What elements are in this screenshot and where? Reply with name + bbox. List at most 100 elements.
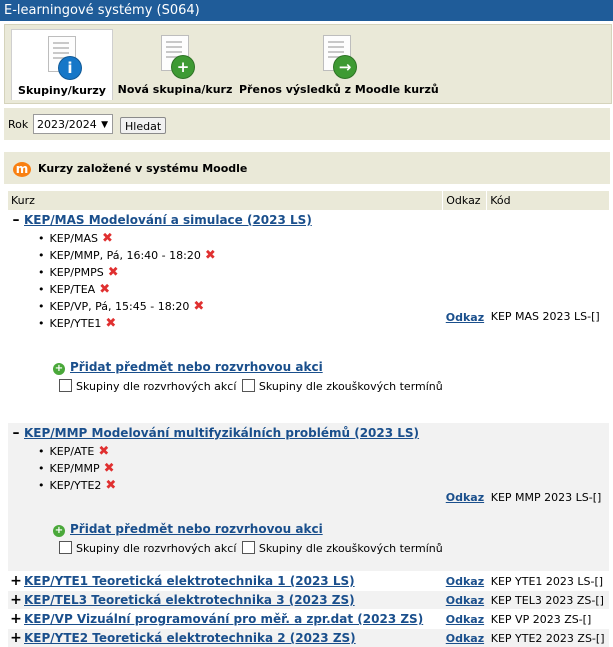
courses-table: Kurz Odkaz Kód –KEP/MAS Modelování a sim… <box>8 191 609 647</box>
link-cell: Odkaz <box>443 629 487 647</box>
table-row: +KEP/VP Vizuální programování pro měř. a… <box>8 610 609 629</box>
course-title-link[interactable]: KEP/TEL3 Teoretická elektrotechnika 3 (2… <box>24 593 355 607</box>
delete-icon[interactable]: ✖ <box>105 315 116 332</box>
table-row: +KEP/YTE1 Teoretická elektrotechnika 1 (… <box>8 572 609 591</box>
link-cell: Odkaz <box>443 591 487 610</box>
tab-label: Skupiny/kurzy <box>12 84 112 97</box>
course-link[interactable]: Odkaz <box>446 311 484 324</box>
plus-icon: + <box>171 55 195 79</box>
add-subject-link[interactable]: + Přidat předmět nebo rozvrhovou akci <box>53 360 443 375</box>
tab-skupiny-kurzy[interactable]: i Skupiny/kurzy <box>11 29 113 100</box>
item-label: KEP/VP, Pá, 15:45 - 18:20 <box>50 300 190 313</box>
year-select[interactable]: 2023/2024 ▼ <box>33 114 113 134</box>
groups-by-exam-checkbox[interactable] <box>242 541 255 554</box>
course-cell: +KEP/TEL3 Teoretická elektrotechnika 3 (… <box>8 591 443 610</box>
item-label: KEP/MMP <box>50 462 100 475</box>
collapse-toggle[interactable]: – <box>8 425 24 441</box>
course-link[interactable]: Odkaz <box>446 613 484 626</box>
course-title-link[interactable]: KEP/YTE1 Teoretická elektrotechnika 1 (2… <box>24 574 355 588</box>
course-link[interactable]: Odkaz <box>446 491 484 504</box>
code-cell: KEP YTE2 2023 ZS-[] <box>487 629 609 647</box>
expand-toggle[interactable]: + <box>8 630 24 646</box>
code-cell: KEP TEL3 2023 ZS-[] <box>487 591 609 610</box>
expand-toggle[interactable]: + <box>8 611 24 627</box>
chevron-down-icon: ▼ <box>101 115 108 135</box>
code-cell: KEP MMP 2023 LS-[] <box>487 423 609 572</box>
header-odkaz: Odkaz <box>443 191 487 210</box>
add-subject-link[interactable]: + Přidat předmět nebo rozvrhovou akci <box>53 522 443 537</box>
course-link[interactable]: Odkaz <box>446 594 484 607</box>
table-header: Kurz Odkaz Kód <box>8 191 609 210</box>
course-title-link[interactable]: KEP/VP Vizuální programování pro měř. a … <box>24 612 423 626</box>
section-header: m Kurzy založené v systému Moodle <box>4 152 610 184</box>
course-cell: +KEP/YTE2 Teoretická elektrotechnika 2 (… <box>8 629 443 647</box>
toolbar: i Skupiny/kurzy + Nová skupina/kurz → Př… <box>4 24 612 104</box>
search-button[interactable]: Hledat <box>120 117 166 134</box>
delete-icon[interactable]: ✖ <box>193 298 204 315</box>
collapse-toggle[interactable]: – <box>8 212 24 228</box>
course-cell: +KEP/YTE1 Teoretická elektrotechnika 1 (… <box>8 572 443 591</box>
header-kod: Kód <box>487 191 609 210</box>
list-item: KEP/MMP, Pá, 16:40 - 18:20 ✖ <box>38 247 443 264</box>
checkbox-label: Skupiny dle rozvrhových akcí <box>76 380 236 393</box>
expand-toggle[interactable]: + <box>8 573 24 589</box>
groups-by-exam-checkbox[interactable] <box>242 379 255 392</box>
delete-icon[interactable]: ✖ <box>105 477 116 494</box>
item-label: KEP/TEA <box>50 283 96 296</box>
delete-icon[interactable]: ✖ <box>102 230 113 247</box>
groups-by-schedule-checkbox[interactable] <box>59 379 72 392</box>
list-item: KEP/MMP ✖ <box>38 460 443 477</box>
button-label: Nová skupina/kurz <box>115 83 235 96</box>
course-title-link[interactable]: KEP/MMP Modelování multifyzikálních prob… <box>24 426 419 440</box>
header-kurz: Kurz <box>8 191 443 210</box>
arrow-right-icon: → <box>333 55 357 79</box>
delete-icon[interactable]: ✖ <box>98 443 109 460</box>
list-item: KEP/VP, Pá, 15:45 - 18:20✖ <box>38 298 443 315</box>
filter-bar: Rok 2023/2024 ▼ Hledat <box>4 108 610 140</box>
link-cell: Odkaz <box>443 423 487 572</box>
list-item: KEP/TEA✖ <box>38 281 443 298</box>
item-label: KEP/PMPS <box>50 266 104 279</box>
list-item: KEP/YTE2✖ <box>38 477 443 494</box>
code-cell: KEP YTE1 2023 LS-[] <box>487 572 609 591</box>
checkbox-label: Skupiny dle zkouškových termínů <box>259 380 443 393</box>
table-row: –KEP/MAS Modelování a simulace (2023 LS)… <box>8 210 609 423</box>
plus-circle-icon: + <box>53 525 65 537</box>
button-label: Přenos výsledků z Moodle kurzů <box>239 83 435 96</box>
code-cell: KEP MAS 2023 LS-[] <box>487 210 609 423</box>
checkbox-label: Skupiny dle zkouškových termínů <box>259 542 443 555</box>
course-title-link[interactable]: KEP/YTE2 Teoretická elektrotechnika 2 (2… <box>24 631 356 645</box>
checkbox-row: Skupiny dle rozvrhových akcí Skupiny dle… <box>57 379 443 393</box>
list-item: KEP/PMPS ✖ <box>38 264 443 281</box>
delete-icon[interactable]: ✖ <box>205 247 216 264</box>
add-label: Přidat předmět nebo rozvrhovou akci <box>70 360 323 374</box>
plus-circle-icon: + <box>53 363 65 375</box>
course-link[interactable]: Odkaz <box>446 575 484 588</box>
list-item: KEP/YTE1✖ <box>38 315 443 332</box>
add-label: Přidat předmět nebo rozvrhovou akci <box>70 522 323 536</box>
info-icon: i <box>58 56 82 80</box>
expand-toggle[interactable]: + <box>8 592 24 608</box>
checkbox-label: Skupiny dle rozvrhových akcí <box>76 542 236 555</box>
transfer-results-button[interactable]: → Přenos výsledků z Moodle kurzů <box>239 29 435 99</box>
groups-by-schedule-checkbox[interactable] <box>59 541 72 554</box>
year-label: Rok <box>8 118 28 131</box>
item-label: KEP/YTE1 <box>50 317 102 330</box>
group-list: KEP/MAS✖ KEP/MMP, Pá, 16:40 - 18:20 ✖ KEP… <box>8 230 443 332</box>
table-row: +KEP/TEL3 Teoretická elektrotechnika 3 (… <box>8 591 609 610</box>
course-cell: +KEP/VP Vizuální programování pro měř. a… <box>8 610 443 629</box>
checkbox-row: Skupiny dle rozvrhových akcí Skupiny dle… <box>57 541 443 555</box>
list-item: KEP/MAS✖ <box>38 230 443 247</box>
course-title-link[interactable]: KEP/MAS Modelování a simulace (2023 LS) <box>24 213 312 227</box>
window-title: E-learningové systémy (S064) <box>0 0 613 21</box>
item-label: KEP/MMP, Pá, 16:40 - 18:20 <box>50 249 201 262</box>
delete-icon[interactable]: ✖ <box>104 460 115 477</box>
delete-icon[interactable]: ✖ <box>99 281 110 298</box>
year-value: 2023/2024 <box>37 118 97 131</box>
delete-icon[interactable]: ✖ <box>108 264 119 281</box>
course-link[interactable]: Odkaz <box>446 632 484 645</box>
list-item: KEP/ATE✖ <box>38 443 443 460</box>
link-cell: Odkaz <box>443 210 487 423</box>
item-label: KEP/ATE <box>50 445 95 458</box>
new-group-button[interactable]: + Nová skupina/kurz <box>115 29 235 99</box>
